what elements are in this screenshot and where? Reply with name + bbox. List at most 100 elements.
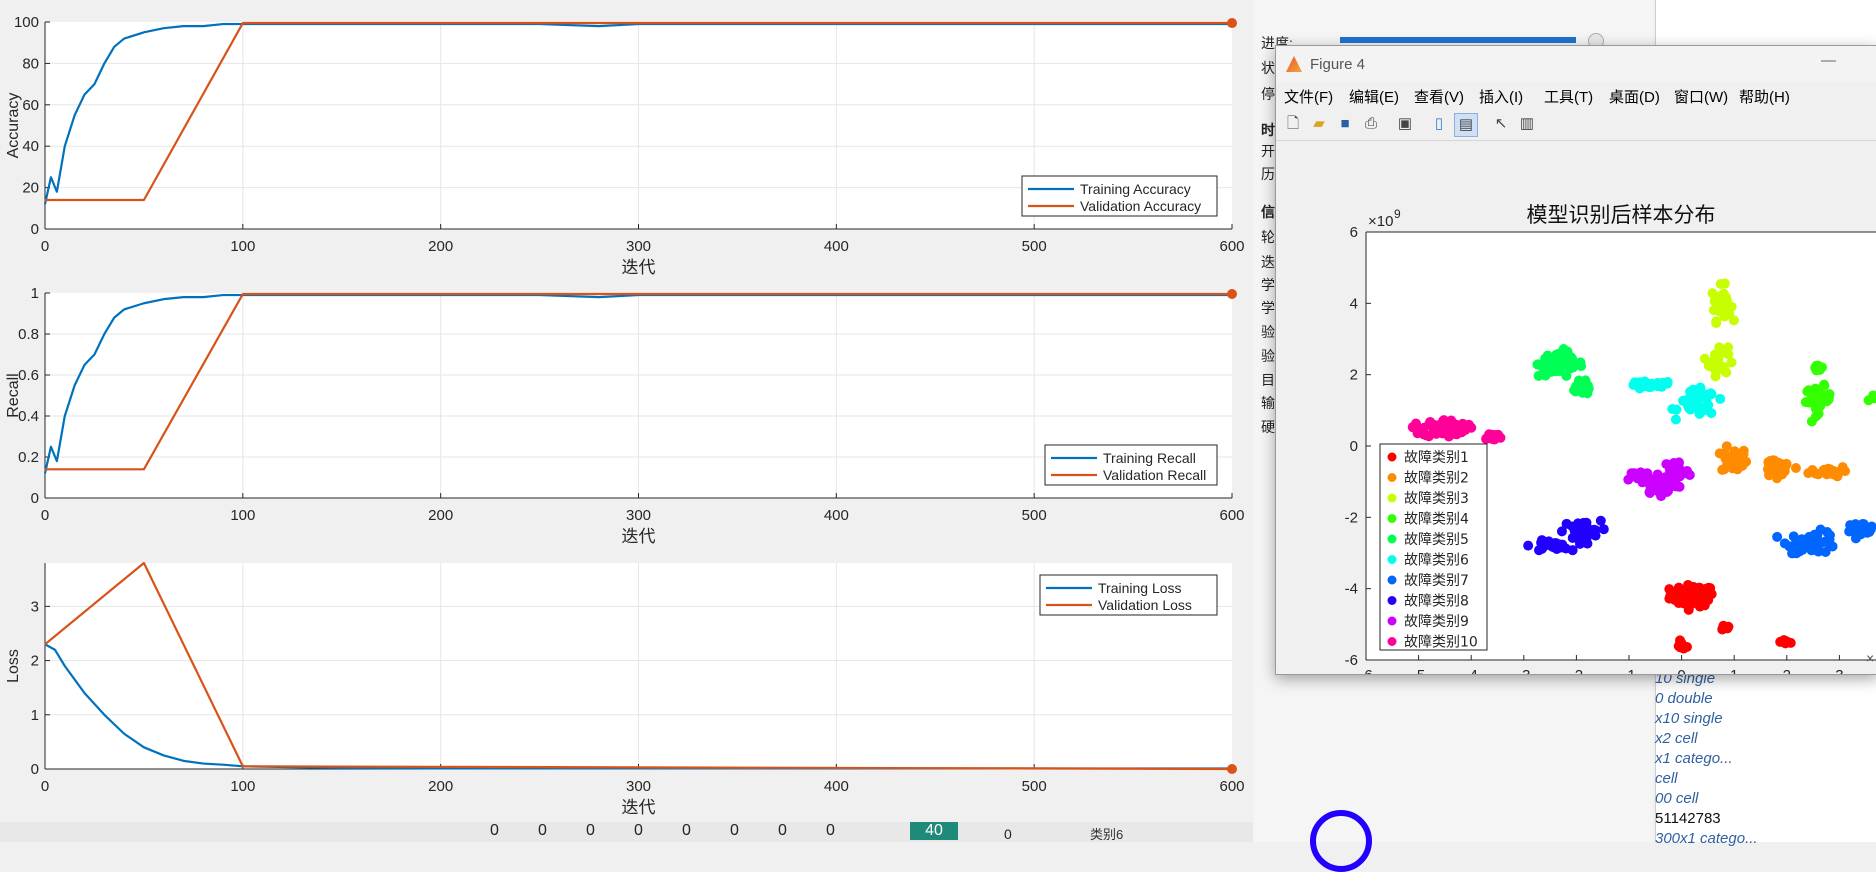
scatter-x-tick-label: 2: [1783, 667, 1791, 674]
scatter-point: [1715, 278, 1726, 289]
scatter-point: [1821, 469, 1832, 480]
minimize-button[interactable]: —: [1821, 52, 1836, 69]
scatter-point: [1764, 459, 1775, 470]
menu-item[interactable]: 工具(T): [1544, 86, 1593, 107]
figure4-window[interactable]: Figure 4 — 文件(F) 编辑(E) 查看(V) 插入(I) 工具(T) 桌面(D…: [1275, 45, 1876, 675]
x-tick-label: 200: [428, 507, 453, 524]
scatter-legend-label: 故障类别9: [1404, 614, 1469, 630]
y-axis-label: Accuracy: [5, 93, 22, 159]
legend-icon[interactable]: ▤: [1454, 113, 1478, 137]
legend: Training RecallValidation Recall: [1044, 444, 1218, 486]
scatter-point: [1735, 460, 1746, 471]
scatter-legend-label: 故障类别7: [1404, 573, 1469, 589]
menu-item[interactable]: 桌面(D): [1609, 86, 1660, 107]
colorbar-icon[interactable]: ▯: [1428, 113, 1450, 135]
scatter-point: [1556, 526, 1567, 537]
x-tick-label: 600: [1219, 238, 1244, 255]
x-tick-label: 100: [230, 238, 255, 255]
y-tick-label: 80: [22, 55, 39, 72]
scatter-x-tick-label: -3: [1517, 667, 1530, 674]
scatter-point: [1713, 362, 1724, 373]
workspace-item[interactable]: cell: [1655, 770, 1678, 787]
legend-label: Training Loss: [1098, 580, 1182, 596]
scatter-point: [1855, 524, 1866, 535]
scatter-point: [1791, 548, 1802, 559]
scatter-point: [1686, 598, 1697, 609]
workspace-item[interactable]: x1 catego...: [1655, 750, 1733, 767]
print-preview-icon[interactable]: ▣: [1394, 113, 1416, 135]
menu-item[interactable]: 插入(I): [1479, 86, 1523, 107]
figure4-title: Figure 4: [1310, 56, 1366, 73]
x-axis-label: 迭代: [622, 527, 656, 547]
y-exponent-power: 9: [1394, 207, 1401, 221]
progress-bar: [1340, 37, 1576, 43]
scatter-point: [1658, 379, 1669, 390]
property-editor-icon[interactable]: ▥: [1516, 113, 1538, 135]
workspace-item[interactable]: x2 cell: [1655, 730, 1698, 747]
pointer-icon[interactable]: ↖: [1490, 113, 1512, 135]
new-figure-icon[interactable]: 🗋: [1282, 113, 1304, 135]
scatter-point: [1800, 539, 1811, 550]
scatter-point: [1678, 586, 1689, 597]
x-tick-label: 0: [41, 778, 49, 795]
menu-item[interactable]: 窗口(W): [1674, 86, 1728, 107]
y-tick-label: 2: [31, 653, 39, 670]
y-tick-label: 60: [22, 97, 39, 114]
scatter-point: [1788, 531, 1799, 542]
menu-item[interactable]: 文件(F): [1284, 86, 1333, 107]
scatter-point: [1551, 543, 1562, 554]
scatter-x-tick-label: -5: [1412, 667, 1425, 674]
scatter-y-tick-label: -6: [1345, 652, 1358, 669]
scatter-point: [1718, 620, 1729, 631]
y-tick-label: 40: [22, 138, 39, 155]
scatter-point: [1723, 342, 1734, 353]
scatter-point: [1532, 359, 1543, 370]
scatter-y-tick-label: 0: [1350, 438, 1358, 455]
scatter-point: [1812, 529, 1823, 540]
scatter-legend-label: 故障类别10: [1404, 635, 1478, 651]
scatter-point: [1808, 397, 1819, 408]
workspace-item[interactable]: 0 double: [1655, 690, 1713, 707]
menu-item[interactable]: 查看(V): [1414, 86, 1464, 107]
scatter-point: [1688, 581, 1699, 592]
bottom-circle-icon: [1310, 810, 1372, 872]
open-icon[interactable]: ▰: [1308, 113, 1330, 135]
scatter-point: [1560, 543, 1571, 554]
print-icon[interactable]: ⎙: [1360, 113, 1382, 135]
scatter-point: [1710, 371, 1721, 382]
x-tick-label: 200: [428, 238, 453, 255]
x-tick-label: 300: [626, 507, 651, 524]
x-tick-label: 500: [1022, 507, 1047, 524]
scatter-point: [1427, 419, 1438, 430]
workspace-item[interactable]: x10 single: [1655, 710, 1723, 727]
y-tick-label: 0.2: [18, 449, 39, 466]
scatter-point: [1819, 380, 1830, 391]
scatter-legend-marker: [1387, 493, 1397, 503]
scatter-point: [1664, 584, 1675, 595]
matlab-logo-icon: [1286, 56, 1302, 72]
scatter-point: [1773, 457, 1784, 468]
workspace-item[interactable]: 51142783: [1655, 810, 1721, 827]
scatter-point: [1728, 315, 1739, 326]
workspace-item[interactable]: 00 cell: [1655, 790, 1698, 807]
scatter-point: [1719, 305, 1730, 316]
save-icon[interactable]: ■: [1334, 113, 1356, 135]
x-axis-label: 迭代: [622, 258, 656, 278]
figure4-toolbar: 🗋 ▰ ■ ⎙ ▣ ▯ ▤ ↖ ▥: [1276, 108, 1876, 141]
close-icon[interactable]: ×: [1866, 650, 1874, 666]
legend-label: Validation Loss: [1098, 597, 1192, 613]
menu-item[interactable]: 帮助(H): [1739, 86, 1790, 107]
scatter-x-tick-label: -1: [1622, 667, 1635, 674]
scatter-point: [1824, 534, 1835, 545]
menu-item[interactable]: 编辑(E): [1349, 86, 1399, 107]
legend: Training AccuracyValidation Accuracy: [1021, 175, 1218, 217]
training-plots: 0 100 200 300 400 500 600020406080100迭代Accurac…: [5, 14, 1245, 818]
workspace-item[interactable]: 300x1 catego...: [1655, 830, 1758, 847]
scatter-point: [1439, 421, 1450, 432]
y-exponent-label: ×10: [1368, 213, 1393, 230]
legend-label: Training Accuracy: [1080, 181, 1191, 197]
figure4-titlebar[interactable]: Figure 4 —: [1276, 46, 1876, 82]
scatter-point: [1802, 386, 1813, 397]
scatter-x-tick-label: -2: [1570, 667, 1583, 674]
scatter-y-tick-label: 2: [1350, 367, 1358, 384]
